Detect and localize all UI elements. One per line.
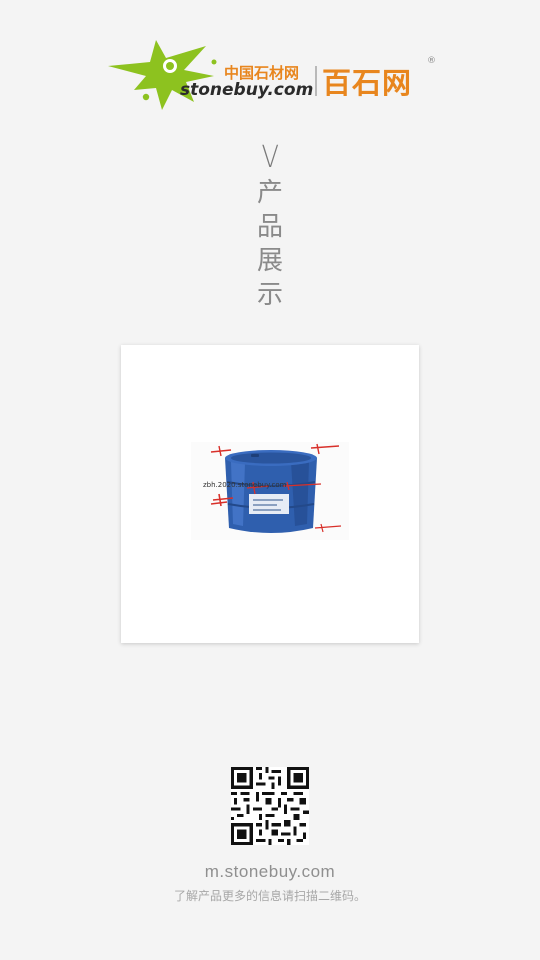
heading-char: 示	[256, 280, 283, 310]
watermark-text: zbh.2020.stonebuy.com	[203, 481, 287, 489]
footer-url[interactable]: m.stonebuy.com	[0, 862, 540, 882]
star-splash-logo-icon	[108, 40, 217, 110]
heading-char: 产	[256, 178, 283, 208]
registered-mark: ®	[427, 56, 436, 66]
heading-char: 品	[256, 212, 283, 242]
qr-code-icon[interactable]	[231, 767, 309, 845]
footer-note: 了解产品更多的信息请扫描二维码。	[173, 889, 366, 903]
heading-char: 展	[256, 246, 283, 276]
page: 中国石材网 stonebuy.com 百石网 ® V 产 品 展 示 zbh.2…	[0, 0, 540, 960]
logo-divider	[315, 66, 317, 96]
product-card[interactable]: zbh.2020.stonebuy.com	[121, 345, 419, 643]
section-heading: V 产 品 展 示	[248, 140, 292, 312]
site-logo[interactable]: 中国石材网 stonebuy.com 百石网 ®	[106, 36, 436, 112]
chevron-down-icon: V	[261, 140, 279, 175]
blue-drum-image[interactable]: zbh.2020.stonebuy.com	[191, 442, 349, 540]
logo-domain: stonebuy.com	[180, 80, 314, 100]
logo-brand-name: 百石网	[322, 66, 413, 100]
